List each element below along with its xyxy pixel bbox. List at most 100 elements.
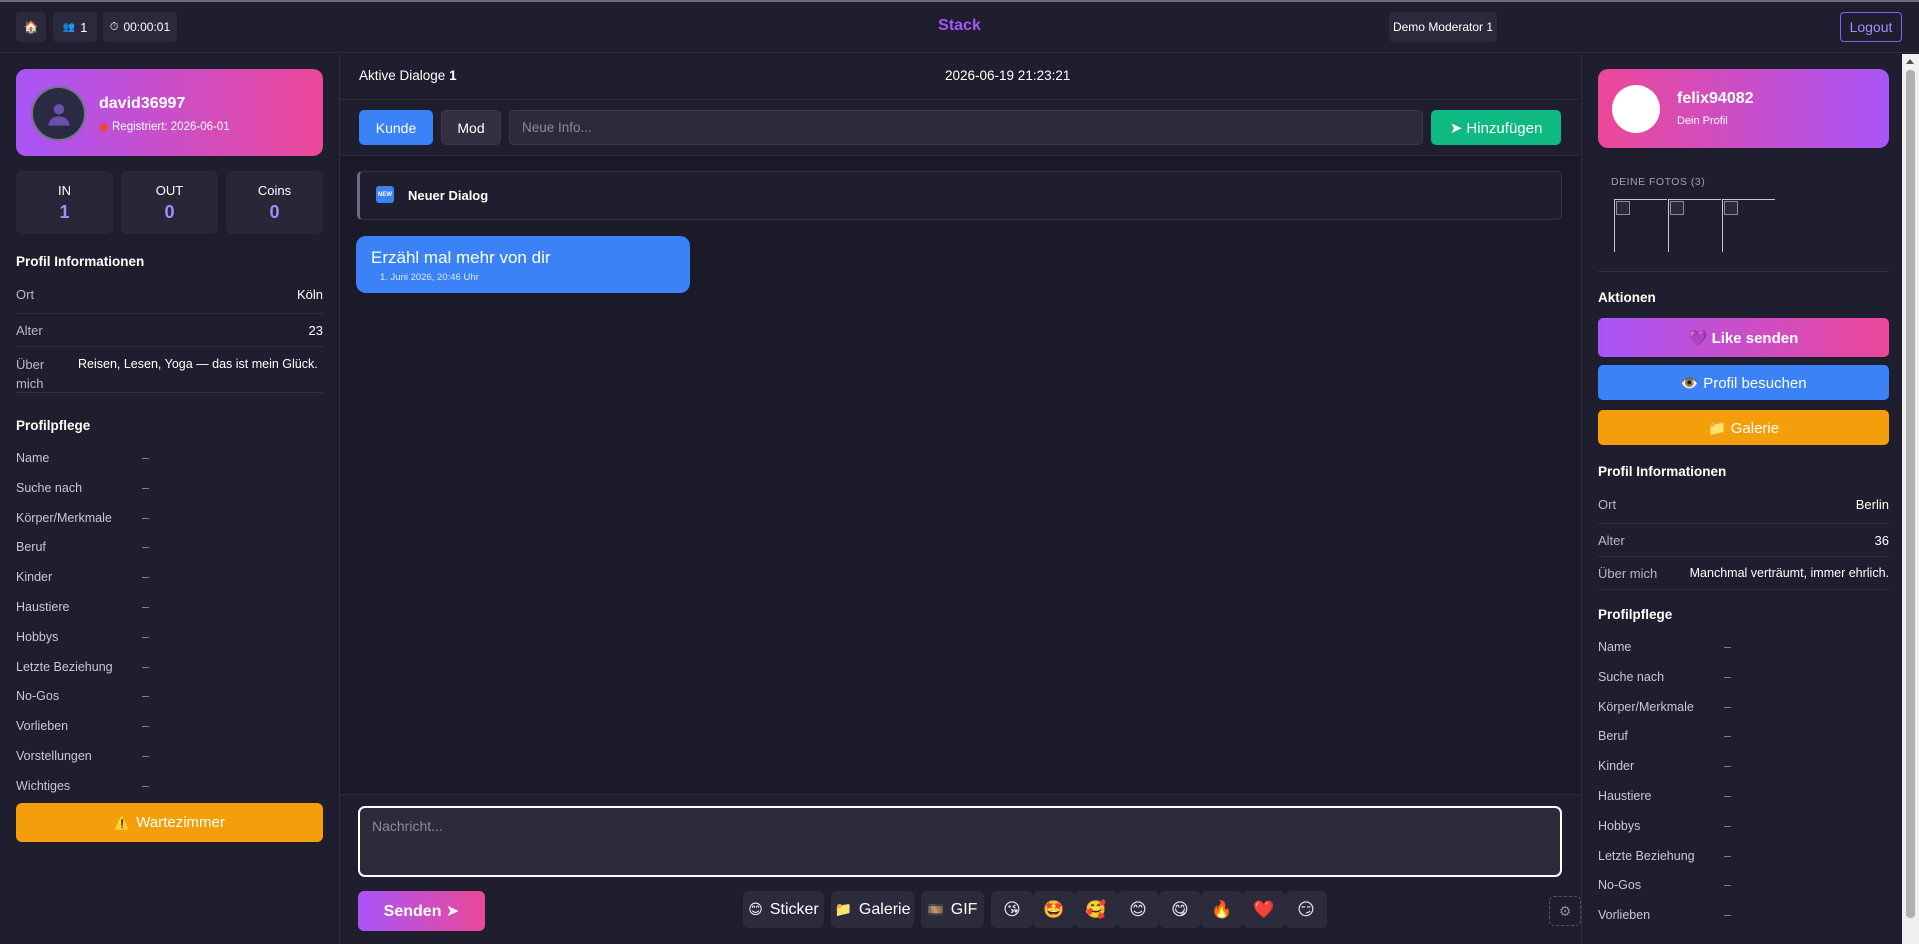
profilpflege-value: – (142, 689, 149, 704)
brand-title: Stack (938, 17, 981, 34)
profilpflege-value: – (142, 629, 149, 644)
status-dot-icon (99, 122, 108, 132)
info-value: Reisen, Lesen, Yoga — das ist mein Glück… (78, 357, 318, 371)
emoji-button[interactable]: 😘 (991, 891, 1033, 928)
profilpflege-row: Haustiere – (1598, 789, 1731, 803)
new-badge-icon: NEW (376, 186, 394, 203)
profilpflege-value: – (1724, 908, 1731, 923)
profilpflege-row: Wichtiges – (16, 779, 149, 793)
profilpflege-value: – (1724, 759, 1731, 774)
online-users-button[interactable]: 👥 1 (53, 12, 97, 42)
emoji-button[interactable]: 🤩 (1033, 891, 1075, 928)
chat-panel: Aktive Dialoge 1 2026-06-19 21:23:21 Kun… (340, 54, 1581, 944)
sticker-label: Sticker (769, 900, 819, 918)
online-users-count: 1 (80, 19, 88, 35)
add-info-button[interactable]: ➤ Hinzufügen (1431, 110, 1561, 145)
new-dialog-banner: NEW Neuer Dialog (357, 171, 1562, 220)
emoji-icon: 😋 (1171, 899, 1189, 919)
send-button[interactable]: Senden ➤ (358, 891, 485, 931)
wartezimmer-label: Wartezimmer (136, 814, 225, 831)
profilpflege-value: – (1724, 878, 1731, 893)
stat-in: IN 1 (16, 171, 113, 234)
profilpflege-key: Haustiere (1598, 789, 1652, 803)
info-value: 36 (1874, 533, 1889, 548)
scrollbar-thumb[interactable] (1906, 70, 1915, 918)
scroll-up-arrow-icon[interactable] (1906, 59, 1914, 64)
emoji-button[interactable]: 🔥 (1201, 891, 1243, 928)
profilpflege-key: Suche nach (1598, 669, 1665, 684)
stat-label: Coins (257, 183, 292, 198)
profilpflege-row: No-Gos – (1598, 878, 1731, 892)
message-text: Erzähl mal mehr von dir (371, 248, 551, 267)
profilpflege-title: Profilpflege (1598, 607, 1673, 622)
mod-toggle-button[interactable]: Mod (441, 110, 501, 145)
profilpflege-row: Körper/Merkmale – (1598, 700, 1731, 714)
emoji-button[interactable]: ❤️ (1243, 891, 1285, 928)
profilpflege-value: – (1724, 818, 1731, 833)
emoji-button[interactable]: 😋 (1159, 891, 1201, 928)
info-row-ort: Ort Köln (16, 281, 323, 314)
registered-text: Registriert: 2026-06-01 (112, 121, 230, 133)
sticker-button[interactable]: 😊 Sticker (743, 891, 824, 928)
photo-thumbnail[interactable] (1614, 199, 1667, 252)
gif-button[interactable]: 🎞️ GIF (921, 891, 984, 928)
message-timestamp: 1. Juni 2026, 20:46 Uhr (380, 272, 479, 283)
avatar[interactable] (31, 86, 86, 141)
info-key: Ort (1598, 497, 1617, 512)
profilpflege-value: – (142, 659, 149, 674)
profilpflege-row: Hobbys – (1598, 819, 1731, 833)
page-scrollbar[interactable] (1902, 54, 1919, 944)
gallery-button[interactable]: 📁 Galerie (831, 891, 914, 928)
profilpflege-key: Vorstellungen (16, 749, 92, 763)
broken-image-icon (1616, 201, 1630, 215)
stat-value: 0 (164, 202, 175, 222)
new-info-input[interactable] (509, 110, 1423, 145)
wartezimmer-button[interactable]: ⚠️ Wartezimmer (16, 803, 323, 842)
info-row-alter: Alter 23 (16, 314, 323, 347)
message-input[interactable] (358, 806, 1562, 877)
profilpflege-key: Name (16, 451, 50, 465)
profilpflege-row: Vorstellungen – (16, 749, 149, 763)
fake-username: felix94082 (1677, 90, 1754, 107)
profilpflege-value: – (142, 451, 149, 465)
photo-thumbnail[interactable] (1722, 199, 1775, 252)
emoji-button[interactable]: 🥰 (1075, 891, 1117, 928)
stat-value: 0 (269, 202, 280, 222)
home-button[interactable]: 🏠 (16, 12, 46, 42)
photo-thumbnail[interactable] (1668, 199, 1721, 252)
profilpflege-row: Vorlieben – (1598, 908, 1731, 922)
profilpflege-row: Hobbys – (16, 630, 149, 644)
profilpflege-value: – (142, 510, 149, 525)
profile-info-title: Profil Informationen (1598, 464, 1727, 479)
info-value: 23 (308, 323, 323, 338)
kunde-toggle-button[interactable]: Kunde (359, 110, 433, 145)
emoji-button[interactable]: 😏 (1285, 891, 1327, 928)
profilpflege-row: Vorlieben – (16, 719, 149, 733)
like-send-button[interactable]: 💜 Like senden (1598, 318, 1889, 357)
profile-subtitle: Dein Profil (1677, 115, 1728, 127)
user-silhouette-icon (48, 103, 69, 126)
profilpflege-row: Letzte Beziehung – (1598, 849, 1731, 863)
profilpflege-key: Kinder (16, 570, 53, 585)
settings-gear-button[interactable]: ⚙ (1549, 896, 1581, 926)
emoji-icon: 🤩 (1043, 899, 1065, 919)
profilpflege-key: Beruf (1598, 729, 1628, 744)
moderator-profile-sidebar: felix94082 Dein Profil DEINE FOTOS (3) A… (1581, 54, 1901, 944)
emoji-icon: 😘 (1003, 899, 1021, 919)
broken-image-icon (1670, 201, 1684, 215)
emoji-button[interactable]: 😊 (1117, 891, 1159, 928)
avatar[interactable] (1612, 85, 1660, 133)
profilpflege-row: No-Gos – (16, 689, 149, 703)
info-value: Berlin (1855, 497, 1889, 512)
session-timer: ⏱ 00:00:01 (103, 12, 177, 42)
visit-profile-button[interactable]: 👁️ Profil besuchen (1598, 365, 1889, 400)
profilpflege-row: Beruf – (1598, 729, 1731, 744)
profilpflege-value: – (1724, 669, 1731, 684)
info-key: Alter (1598, 533, 1625, 548)
new-dialog-label: Neuer Dialog (408, 188, 489, 203)
stat-label: IN (58, 183, 71, 198)
gallery-open-button[interactable]: 📁 Galerie (1598, 410, 1889, 445)
gallery-label: Galerie (858, 900, 911, 918)
logout-button[interactable]: Logout (1840, 12, 1902, 42)
stat-value: 1 (59, 202, 70, 222)
